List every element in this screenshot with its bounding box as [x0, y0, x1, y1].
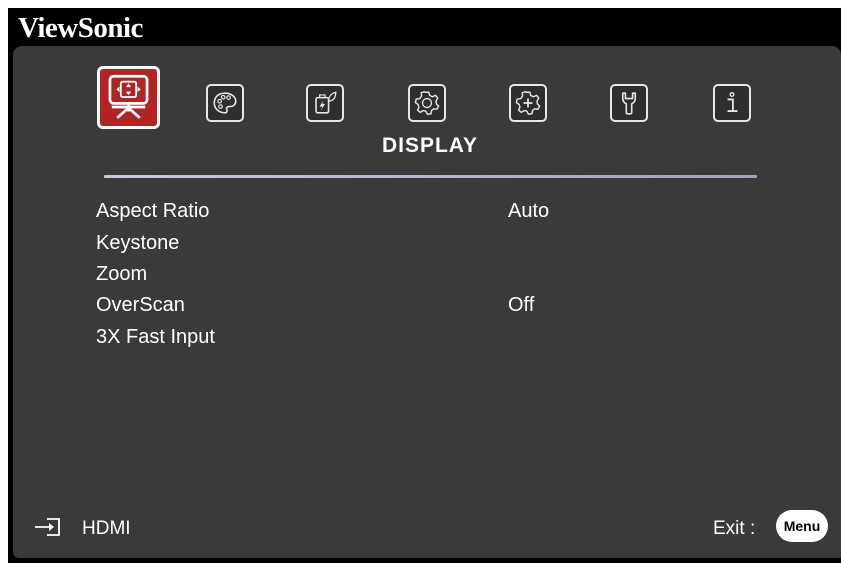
menu-item-keystone[interactable]: Keystone	[96, 233, 179, 253]
tab-basic[interactable]	[408, 84, 446, 122]
power-leaf-icon	[315, 91, 337, 114]
wrench-icon	[621, 92, 637, 115]
menu-item-zoom[interactable]: Zoom	[96, 264, 147, 284]
info-icon	[727, 92, 738, 112]
aspect-ratio-value: Auto	[508, 200, 550, 222]
input-source-label: HDMI	[82, 518, 131, 539]
tab-system[interactable]	[610, 84, 648, 122]
basic-gear-icon	[414, 91, 440, 115]
overscan-value: Off	[508, 294, 535, 316]
palette-icon	[213, 92, 237, 114]
menu-title: DISPLAY	[381, 134, 479, 157]
menu-item-overscan[interactable]: OverScan	[96, 295, 185, 315]
display-icon	[108, 74, 149, 119]
tab-display[interactable]	[97, 66, 160, 129]
menu-button[interactable]: Menu	[776, 510, 828, 542]
brand-logo: ViewSonic	[18, 12, 143, 44]
advanced-gear-icon	[515, 91, 541, 115]
menu-item-3x-fast-input[interactable]: 3X Fast Input	[96, 327, 215, 347]
tab-advanced[interactable]	[509, 84, 547, 122]
tab-information[interactable]	[713, 84, 751, 122]
menu-item-aspect-ratio[interactable]: Aspect Ratio	[96, 201, 209, 221]
tab-color[interactable]	[206, 84, 244, 122]
exit-label: Exit :	[713, 518, 756, 539]
input-source-icon	[35, 518, 60, 536]
tab-power[interactable]	[306, 84, 344, 122]
divider	[104, 175, 757, 178]
